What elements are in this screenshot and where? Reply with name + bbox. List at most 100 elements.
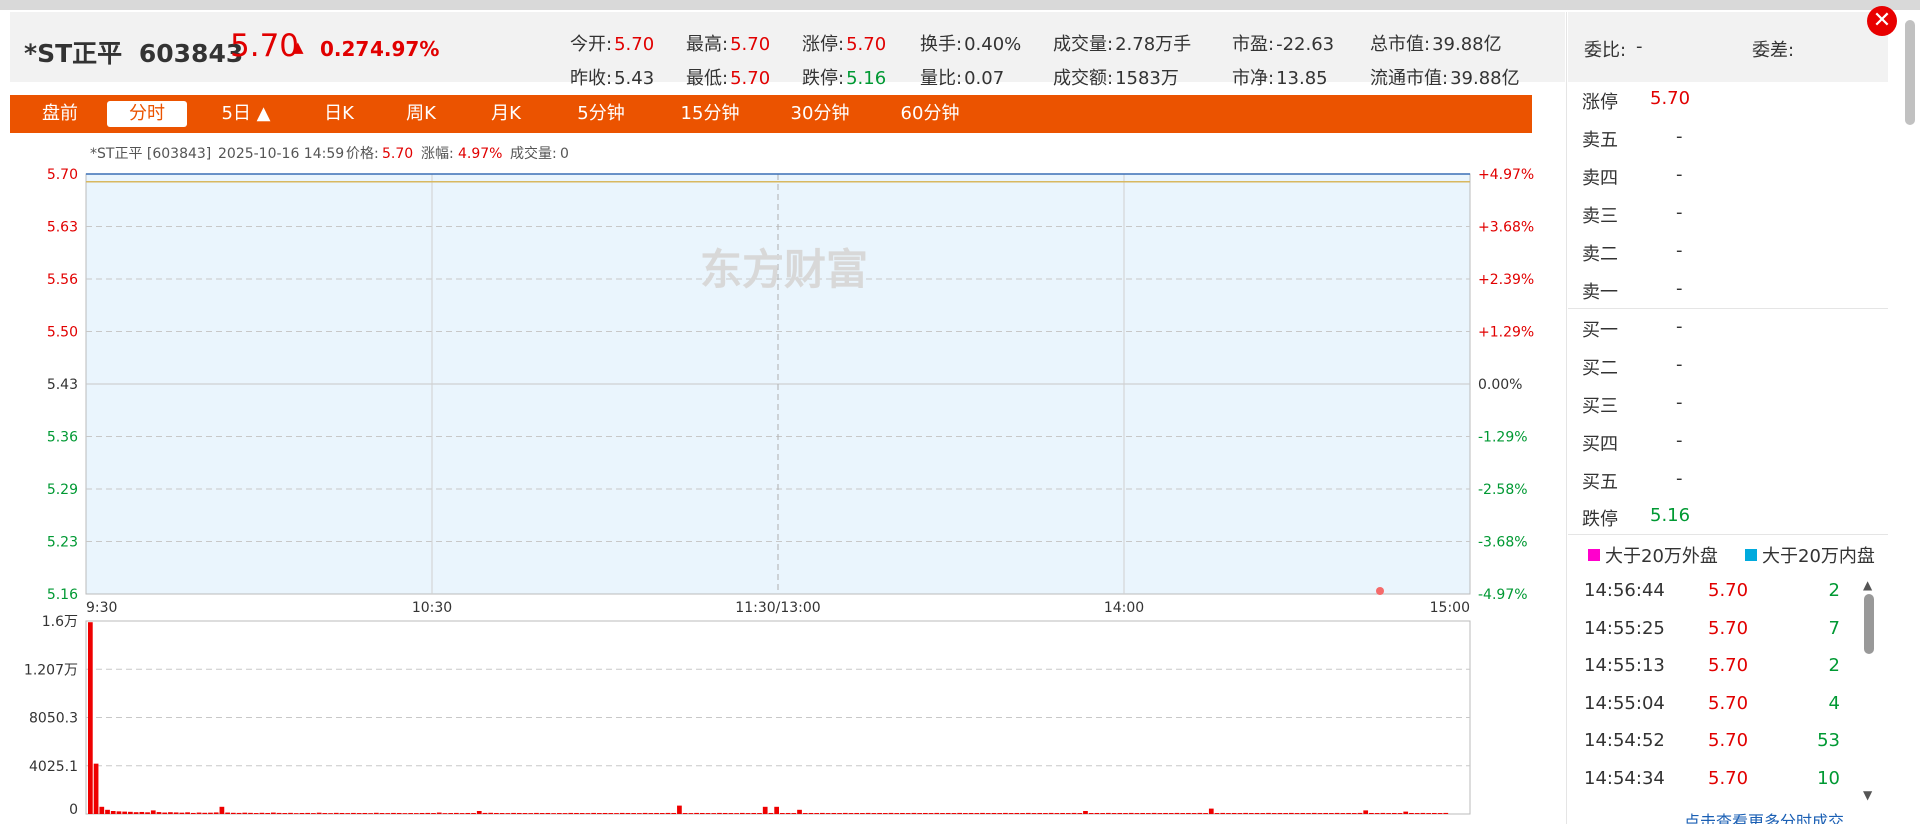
volume-bar	[311, 813, 316, 814]
tab-6[interactable]: 5分钟	[568, 101, 634, 127]
quote-field-label: 量比:	[920, 68, 963, 89]
volume-bar	[190, 812, 196, 814]
volume-bar	[900, 812, 905, 814]
volume-bar	[465, 812, 471, 814]
volume-bar	[745, 813, 751, 814]
tab-1[interactable]: 分时	[107, 101, 187, 127]
volume-bar	[88, 622, 93, 814]
volume-bar	[1426, 813, 1431, 814]
quote-field: 涨停: 5.70	[802, 30, 886, 56]
tab-5[interactable]: 月K	[480, 101, 532, 127]
volume-bar	[1048, 812, 1054, 814]
price-axis-tick: 5.16	[47, 587, 78, 603]
volume-bar	[156, 812, 162, 814]
quote-field: 成交额: 1583万	[1053, 64, 1179, 90]
volume-bar	[505, 813, 511, 814]
volume-bar	[722, 812, 728, 814]
volume-bar	[825, 813, 831, 814]
volume-bar	[431, 813, 436, 814]
volume-bar	[871, 813, 877, 814]
volume-bar	[213, 812, 219, 814]
price-axis-tick: 5.50	[47, 325, 78, 341]
stock-name: *ST正平	[24, 39, 123, 68]
volume-bar	[173, 812, 179, 814]
volume-bar	[711, 813, 717, 814]
volume-bar	[328, 813, 333, 814]
volume-bar	[196, 812, 202, 814]
volume-bar	[1020, 813, 1025, 814]
volume-bar	[454, 812, 459, 814]
tick-row: 14:56:44 5.70 2	[1576, 580, 1866, 606]
volume-bar	[1140, 812, 1146, 814]
pct-axis-tick: -1.29%	[1478, 430, 1528, 446]
tab-7[interactable]: 15分钟	[670, 101, 750, 127]
volume-bar	[1128, 812, 1134, 814]
volume-bar	[1100, 813, 1105, 814]
volume-bar	[665, 812, 671, 814]
pct-axis-tick: -4.97%	[1478, 587, 1528, 603]
tab-0[interactable]: 盘前	[32, 101, 88, 127]
volume-bar	[591, 812, 596, 814]
volume-bar	[619, 812, 625, 814]
period-tabs: 盘前 分时 5日 ▲ 日K 周K 月K 5分钟 15分钟 30分钟 60分钟	[10, 95, 1532, 133]
volume-bar	[991, 812, 997, 814]
tab-2[interactable]: 5日 ▲	[210, 101, 282, 127]
volume-bar	[208, 812, 213, 814]
volume-bar	[476, 811, 482, 814]
more-ticks-link[interactable]: 点击查看更多分时成交	[1684, 808, 1844, 824]
volume-bar	[105, 809, 110, 814]
volume-bar	[637, 813, 642, 814]
volume-bar	[677, 805, 682, 814]
volume-bar	[854, 812, 860, 814]
volume-bar	[842, 812, 848, 814]
volume-bar	[396, 812, 402, 814]
price-panel: 5.70 +4.97% 5.63 +3.68% 5.56 +2.39% 5.50 +1.29%…	[47, 167, 1534, 616]
close-button[interactable]: ✕	[1867, 6, 1897, 36]
volume-bar	[837, 813, 842, 814]
volume-bar	[1397, 813, 1403, 814]
tick-list-scroll-thumb[interactable]	[1864, 594, 1874, 654]
volume-bar	[448, 813, 454, 814]
volume-bar	[888, 812, 894, 814]
volume-bar	[1197, 812, 1203, 814]
volume-bar	[814, 813, 820, 814]
volume-bar	[99, 806, 105, 814]
volume-bar	[1083, 811, 1088, 814]
volume-bar	[139, 811, 145, 814]
volume-bar	[585, 813, 591, 814]
volume-bar	[122, 811, 128, 814]
volume-bar	[968, 812, 974, 814]
volume-bar	[1014, 812, 1020, 814]
stock-price: 5.70	[230, 28, 300, 64]
price-axis-tick: 5.36	[47, 430, 78, 446]
tab-3[interactable]: 日K	[313, 101, 365, 127]
tab-9[interactable]: 60分钟	[890, 101, 970, 127]
volume-bar	[494, 812, 499, 814]
chart-info-vol: 0	[560, 146, 569, 162]
volume-bar	[345, 813, 351, 814]
up-arrow-icon: ▲	[292, 38, 304, 56]
tick-time: 14:54:52	[1584, 730, 1665, 751]
volume-bar	[905, 813, 911, 814]
volume-bar	[299, 812, 305, 814]
quote-field: 市净: 13.85	[1232, 64, 1328, 90]
volume-bar	[1340, 813, 1346, 814]
volume-bar	[1077, 813, 1083, 814]
sell-level-label: 卖五	[1582, 130, 1618, 151]
quote-field-value: 5.70	[730, 68, 771, 89]
volume-bar	[556, 813, 562, 814]
time-axis-tick: 11:30/13:00	[735, 600, 820, 616]
page-scrollbar[interactable]	[1905, 20, 1915, 125]
quote-field-label: 涨停:	[802, 34, 845, 55]
volume-bar	[568, 812, 574, 814]
sell-level-value: -	[1676, 164, 1683, 185]
tab-4[interactable]: 周K	[395, 101, 447, 127]
volume-bar	[436, 812, 442, 814]
sell-level-label: 卖二	[1582, 244, 1618, 265]
quote-field-label: 成交量:	[1053, 34, 1114, 55]
quote-field-value: 2.78万手	[1115, 34, 1192, 55]
volume-bar	[185, 812, 190, 814]
quote-field-label: 总市值:	[1370, 34, 1431, 55]
tab-8[interactable]: 30分钟	[780, 101, 860, 127]
volume-bar	[1157, 813, 1163, 814]
